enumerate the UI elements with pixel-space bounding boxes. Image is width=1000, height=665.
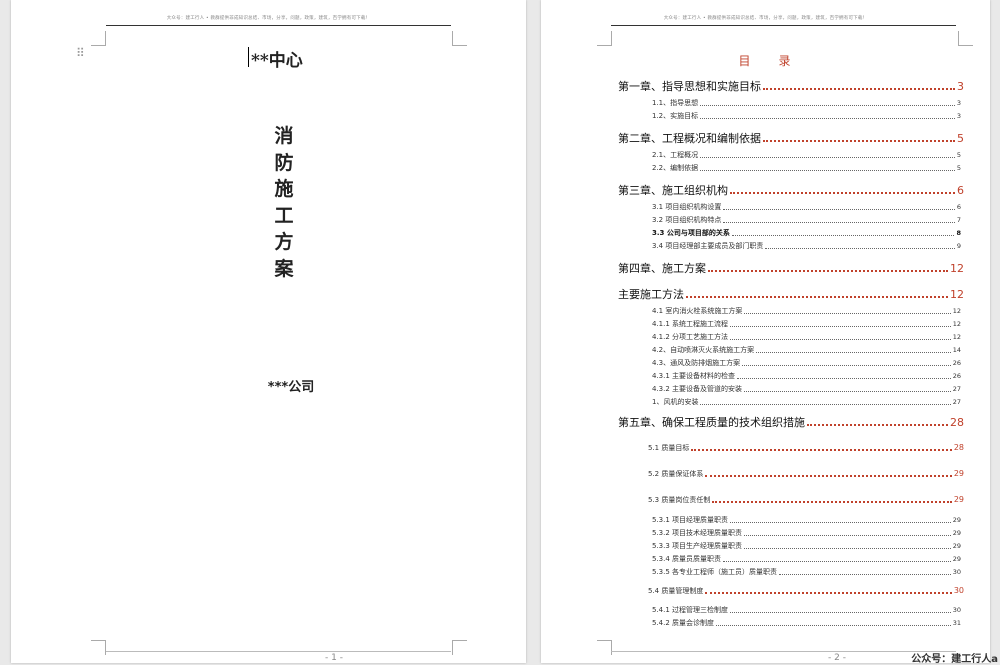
crop-mark [452,31,467,46]
toc-entry[interactable]: 1、风机的安装 27 [652,397,961,407]
toc-entry[interactable]: 5.3.3 项目生产经理质量职责 29 [652,541,961,551]
toc-entry[interactable]: 主要施工方法 12 [618,286,964,302]
crop-mark [91,640,106,655]
toc-entry[interactable]: 2.1、工程概况 5 [652,150,961,160]
toc-entry[interactable]: 3.4 项目经理部主要成员及部门职责 9 [652,241,961,251]
toc-entry[interactable]: 2.2、编制依据 5 [652,163,961,173]
toc-entry[interactable]: 1.1、指导思想 3 [652,98,961,108]
drag-handle-icon[interactable]: ⠿ [76,47,85,59]
footer-rule [611,651,956,652]
header-rule [611,25,956,26]
toc-entry[interactable]: 4.1.2 分项工艺施工方法 12 [652,332,961,342]
toc-entry[interactable]: 5.4 质量管理制度 30 [648,586,964,596]
document-company[interactable]: ***公司 [241,376,341,395]
header-rule [106,25,451,26]
toc-entry[interactable]: 4.1.1 系统工程施工流程 12 [652,319,961,329]
toc-entry[interactable]: 第五章、确保工程质量的技术组织措施 28 [618,414,964,430]
footer-rule [106,651,451,652]
toc-entry[interactable]: 1.2、实施目标 3 [652,111,961,121]
toc-entry[interactable]: 5.3.4 质量员质量职责 29 [652,554,961,564]
toc-entry[interactable]: 4.1 室内消火栓系统施工方案 12 [652,306,961,316]
toc-entry[interactable]: 5.4.2 质量会诊制度 31 [652,618,961,628]
title-char: 施 [274,178,294,200]
toc-entry[interactable]: 5.3 质量岗位责任制 29 [648,495,964,505]
toc-title-left: 目 [738,54,753,68]
crop-mark [597,640,612,655]
document-page-1: 大众号：建工行人 • 教群提供非成知识总结、市场，分享，问题，政策，建筑，百学拥… [11,0,526,663]
toc-entry[interactable]: 4.3.2 主要设备及管道的安装 27 [652,384,961,394]
toc-entry[interactable]: 4.2、自动喷淋灭火系统施工方案 14 [652,345,961,355]
crop-mark [452,640,467,655]
toc-entry[interactable]: 5.1 质量目标 28 [648,443,964,453]
toc-entry[interactable]: 3.3 公司与项目部的关系 8 [652,228,961,238]
page-number: - 1 - [325,653,343,663]
toc-entry[interactable]: 5.3.5 各专业工程师（施工员）质量职责 30 [652,567,961,577]
toc-entry[interactable]: 5.2 质量保证体系 29 [648,469,964,479]
toc-entry[interactable]: 5.4.1 过程管理三检制度 30 [652,605,961,615]
title-char: 方 [274,231,294,253]
toc-title-right: 录 [778,54,793,68]
toc-entry[interactable]: 第二章、工程概况和编制依据 5 [618,130,964,146]
toc-entry[interactable]: 3.1 项目组织机构设置 6 [652,202,961,212]
page-header-text: 大众号：建工行人 • 教群提供非成知识总结、市场，分享，问题，政策，建筑，百学拥… [663,16,868,21]
toc-entry[interactable]: 4.3、通风及防排烟施工方案 26 [652,358,961,368]
toc-title: 目录 [541,52,990,69]
document-org-name[interactable]: **中心 [241,46,361,71]
document-page-2: 大众号：建工行人 • 教群提供非成知识总结、市场，分享，问题，政策，建筑，百学拥… [541,0,990,663]
title-char: 防 [274,151,294,174]
page-number: - 2 - [828,653,846,663]
toc-entry[interactable]: 4.3.1 主要设备材料的检查 26 [652,371,961,381]
crop-mark [91,31,106,46]
toc-entry[interactable]: 第一章、指导思想和实施目标 3 [618,78,964,94]
title-char: 工 [274,204,294,227]
toc-entry[interactable]: 第四章、施工方案 12 [618,260,964,276]
title-char: 案 [274,257,294,280]
crop-mark [597,31,612,46]
page-header-text: 大众号：建工行人 • 教群提供非成知识总结、市场，分享，问题，政策，建筑，百学拥… [166,16,371,21]
toc-entry[interactable]: 3.2 项目组织机构特点 7 [652,215,961,225]
crop-mark [958,31,973,46]
title-char: 消 [274,125,294,147]
toc-entry[interactable]: 第三章、施工组织机构 6 [618,182,964,198]
document-title[interactable]: 消 防 施 工 方 案 [269,123,299,282]
toc-entry[interactable]: 5.3.2 项目技术经理质量职责 29 [652,528,961,538]
toc-entry[interactable]: 5.3.1 项目经理质量职责 29 [652,515,961,525]
